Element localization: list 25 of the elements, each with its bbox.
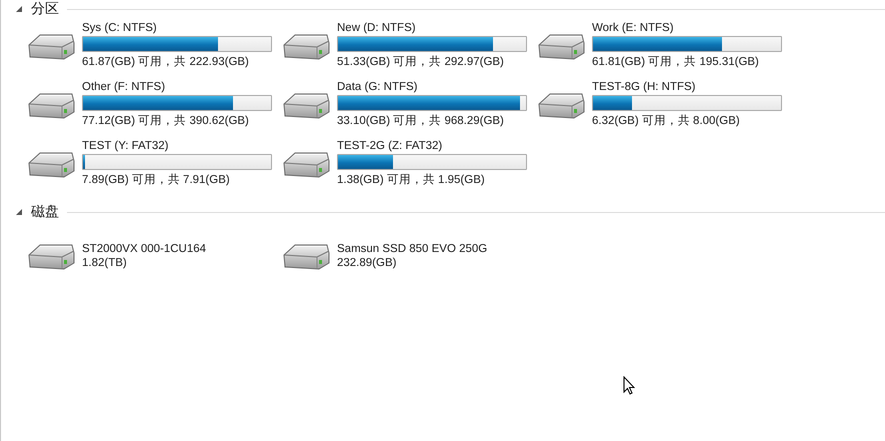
drive-size: 61.87(GB) 可用，共 222.93(GB): [82, 54, 250, 69]
drive-name[interactable]: TEST (Y: FAT32): [82, 140, 272, 152]
drive-size: 232.89(GB): [337, 257, 398, 269]
drive-size: 61.81(GB) 可用，共 195.31(GB): [592, 54, 760, 69]
collapse-icon[interactable]: [15, 208, 23, 216]
drive-name[interactable]: Data (G: NTFS): [337, 81, 527, 93]
drive-size: 6.32(GB) 可用，共 8.00(GB): [592, 114, 741, 128]
drive-name[interactable]: Other (F: NTFS): [82, 81, 272, 93]
drive-size: 51.33(GB) 可用，共 292.97(GB): [337, 54, 505, 69]
drive-size: 77.12(GB) 可用，共 390.62(GB): [82, 114, 250, 128]
drive-name[interactable]: Work (E: NTFS): [592, 22, 782, 34]
section-title: 磁盘: [31, 203, 59, 221]
drive-size: 7.89(GB) 可用，共 7.91(GB): [82, 172, 231, 187]
drive-size: 33.10(GB) 可用，共 968.29(GB): [337, 114, 505, 128]
drive-name[interactable]: New (D: NTFS): [337, 22, 527, 34]
collapse-icon[interactable]: [15, 5, 23, 13]
section-title: 分区: [31, 0, 59, 18]
drive-name[interactable]: Samsun SSD 850 EVO 250G: [337, 243, 488, 255]
drive-name[interactable]: ST2000VX 000-1CU164: [82, 243, 206, 255]
drive-name[interactable]: TEST-2G (Z: FAT32): [337, 140, 527, 152]
drive-size: 1.38(GB) 可用，共 1.95(GB): [337, 172, 486, 187]
drive-size: 1.82(TB): [82, 257, 128, 269]
cursor-icon: [623, 376, 635, 395]
drive-name[interactable]: TEST-8G (H: NTFS): [592, 81, 782, 93]
drive-name[interactable]: Sys (C: NTFS): [82, 22, 272, 34]
